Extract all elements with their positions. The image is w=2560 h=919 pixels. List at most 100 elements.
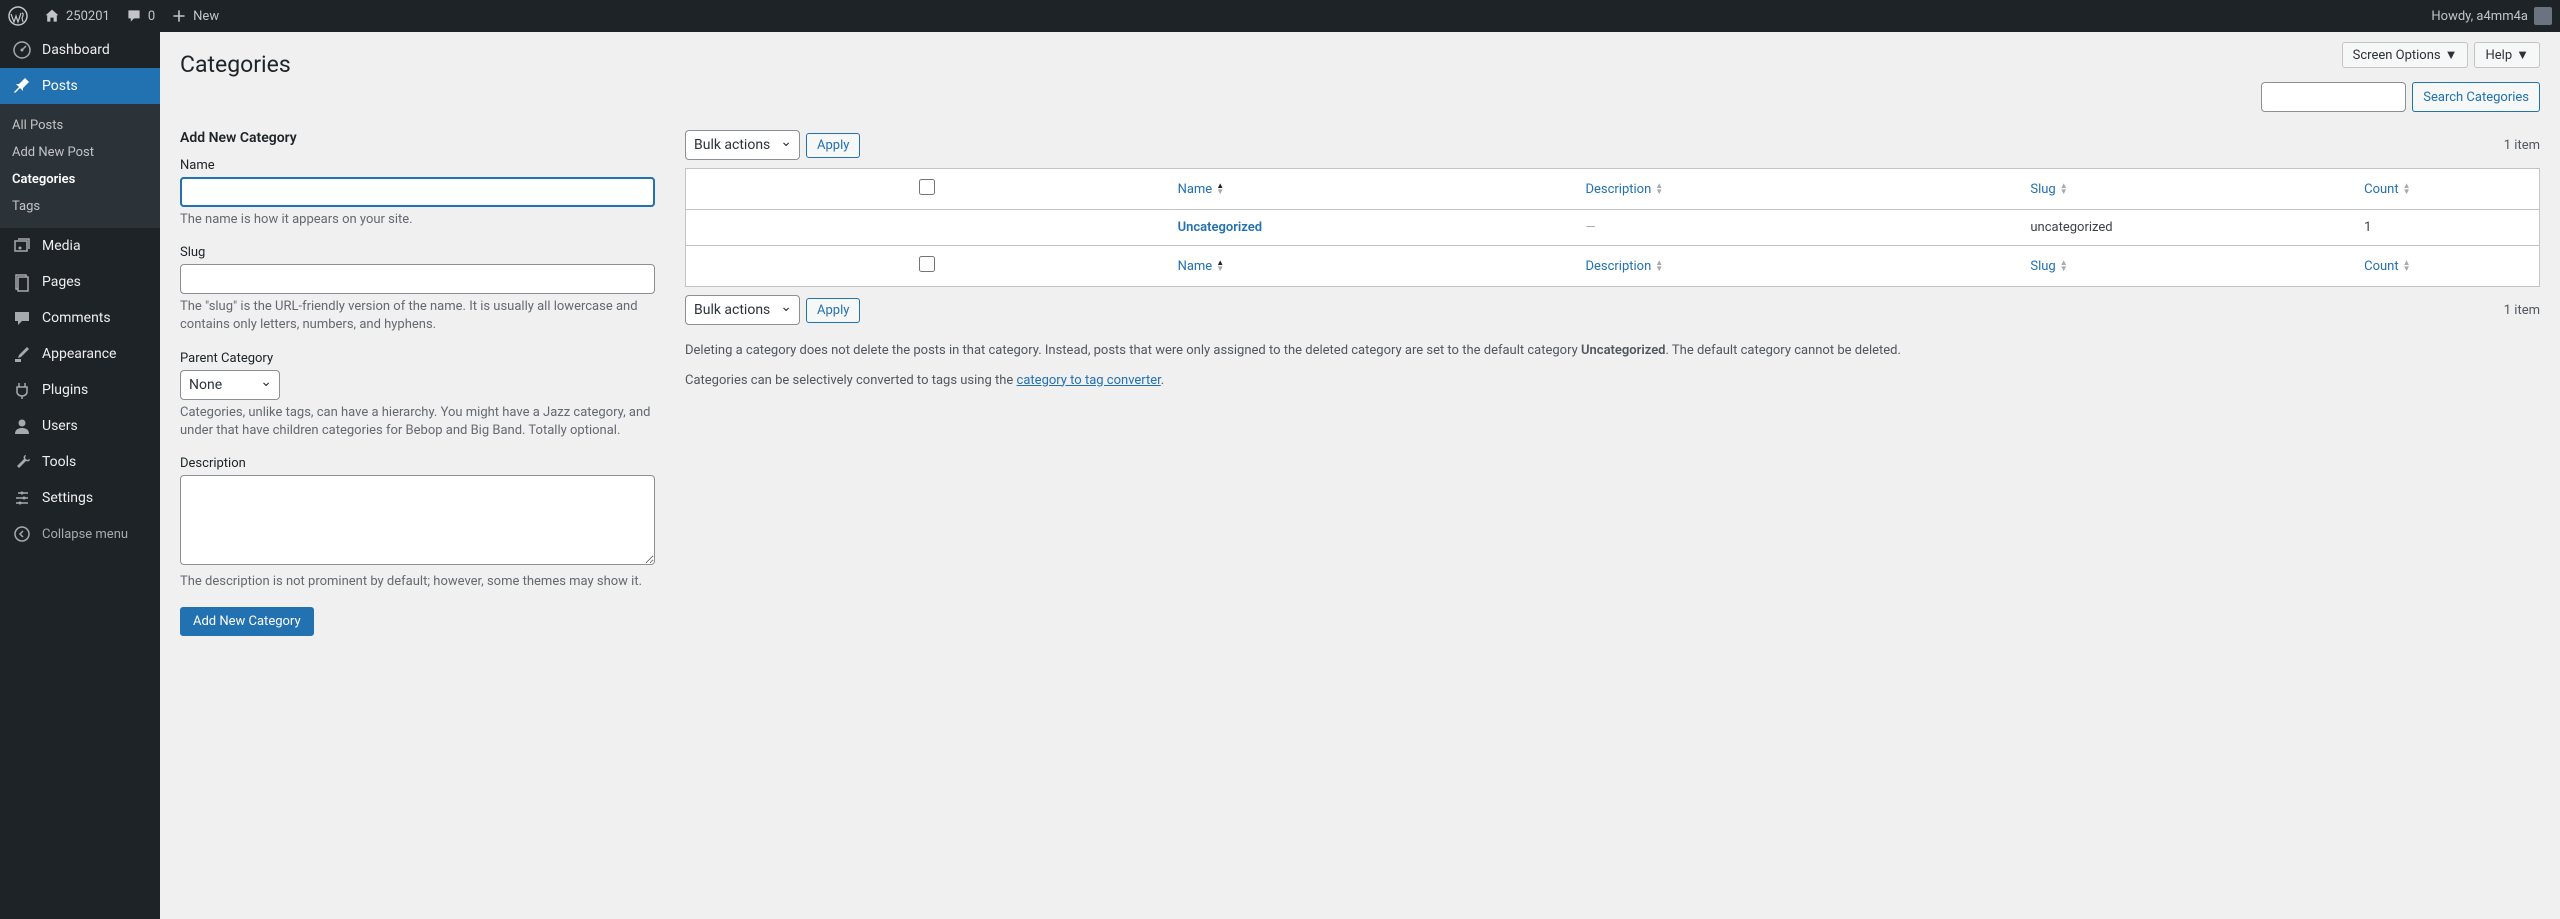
slug-help: The "slug" is the URL-friendly version o… <box>180 298 655 334</box>
wordpress-icon <box>8 6 28 26</box>
submenu-categories[interactable]: Categories <box>0 166 160 193</box>
submenu-add-new-post[interactable]: Add New Post <box>0 139 160 166</box>
user-icon <box>12 416 32 436</box>
page-title: Categories <box>180 42 291 82</box>
sort-icon: ▲▼ <box>1655 183 1663 195</box>
sidebar-item-users[interactable]: Users <box>0 408 160 444</box>
screen-options-button[interactable]: Screen Options ▼ <box>2342 42 2469 68</box>
site-link[interactable]: 250201 <box>44 8 110 24</box>
bulk-actions-select-bottom[interactable]: Bulk actions <box>685 295 800 325</box>
sort-icon: ▲▼ <box>2060 260 2068 272</box>
sidebar-item-posts[interactable]: Posts <box>0 68 160 104</box>
col-desc-label: Description <box>1585 182 1651 197</box>
col-count-footer[interactable]: Count ▲▼ <box>2354 246 2539 287</box>
pages-icon <box>12 272 32 292</box>
col-description-footer[interactable]: Description ▲▼ <box>1575 246 2020 287</box>
row-description: — <box>1585 220 1595 235</box>
categories-table: Name▲▼ Description▲▼ Slug▲▼ Count▲▼ Unca… <box>685 168 2540 287</box>
select-all-bottom[interactable] <box>919 256 935 272</box>
bulk-actions-select-top[interactable]: Bulk actions <box>685 130 800 160</box>
parent-select[interactable]: None <box>180 370 280 400</box>
new-label: New <box>193 9 219 24</box>
help-button[interactable]: Help ▼ <box>2474 42 2540 68</box>
chevron-down-icon: ▼ <box>2516 47 2529 63</box>
help-label: Help <box>2485 48 2512 63</box>
sidebar-item-plugins[interactable]: Plugins <box>0 372 160 408</box>
sidebar-label: Pages <box>42 274 81 290</box>
sort-icon: ▲▼ <box>1216 260 1224 272</box>
add-category-form: Add New Category Name The name is how it… <box>180 130 655 636</box>
collapse-menu[interactable]: Collapse menu <box>0 516 160 552</box>
sidebar-label: Settings <box>42 490 93 506</box>
pin-icon <box>12 76 32 96</box>
row-slug: uncategorized <box>2030 220 2112 235</box>
chevron-down-icon: ▼ <box>2445 47 2458 63</box>
col-name-footer[interactable]: Name▲▼ <box>1168 246 1576 287</box>
sidebar-item-settings[interactable]: Settings <box>0 480 160 516</box>
avatar <box>2534 7 2552 25</box>
col-count-header[interactable]: Count▲▼ <box>2354 169 2539 210</box>
name-input[interactable] <box>180 177 655 207</box>
sidebar-item-dashboard[interactable]: Dashboard <box>0 32 160 68</box>
submit-button[interactable]: Add New Category <box>180 607 314 636</box>
row-name-link[interactable]: Uncategorized <box>1178 220 1263 235</box>
col-description-header[interactable]: Description ▲▼ <box>1575 169 2020 210</box>
info-text-c: . The default category cannot be deleted… <box>1666 343 1901 358</box>
sort-icon: ▲▼ <box>2403 260 2411 272</box>
info-text-b: Uncategorized <box>1581 343 1666 358</box>
submenu-all-posts[interactable]: All Posts <box>0 112 160 139</box>
admin-toolbar: 250201 0 New Howdy, a4mm4a <box>0 0 2560 32</box>
item-count-bottom: 1 item <box>2504 303 2540 318</box>
search-input[interactable] <box>2261 82 2406 112</box>
col-name-label: Name <box>1178 259 1213 274</box>
col-count-label: Count <box>2364 259 2398 274</box>
settings-icon <box>12 488 32 508</box>
info-text-a: Deleting a category does not delete the … <box>685 343 1581 358</box>
apply-button-bottom[interactable]: Apply <box>806 298 860 323</box>
col-name-header[interactable]: Name▲▼ <box>1168 169 1576 210</box>
col-desc-label: Description <box>1585 259 1651 274</box>
col-slug-label: Slug <box>2030 259 2055 274</box>
comments-link[interactable]: 0 <box>126 8 155 24</box>
form-heading: Add New Category <box>180 130 655 146</box>
description-input[interactable] <box>180 475 655 565</box>
plug-icon <box>12 380 32 400</box>
sidebar-label: Dashboard <box>42 42 110 58</box>
sidebar-label: Posts <box>42 78 78 94</box>
apply-button-top[interactable]: Apply <box>806 133 860 158</box>
search-button[interactable]: Search Categories <box>2412 82 2540 112</box>
name-label: Name <box>180 158 655 173</box>
new-content-link[interactable]: New <box>171 8 219 24</box>
collapse-icon <box>12 524 32 544</box>
brush-icon <box>12 344 32 364</box>
sidebar-item-tools[interactable]: Tools <box>0 444 160 480</box>
tools-icon <box>12 452 32 472</box>
sidebar-item-comments[interactable]: Comments <box>0 300 160 336</box>
select-all-top[interactable] <box>919 179 935 195</box>
col-slug-header[interactable]: Slug▲▼ <box>2020 169 2354 210</box>
comments-count: 0 <box>148 9 155 24</box>
sidebar-label: Plugins <box>42 382 88 398</box>
item-count-top: 1 item <box>2504 138 2540 153</box>
sort-icon: ▲▼ <box>2060 183 2068 195</box>
info-text-a2: Categories can be selectively converted … <box>685 373 1017 388</box>
description-help: The description is not prominent by defa… <box>180 573 655 591</box>
submenu-tags[interactable]: Tags <box>0 193 160 220</box>
category-to-tag-link[interactable]: category to tag converter <box>1017 373 1161 388</box>
description-label: Description <box>180 456 655 471</box>
comment-icon <box>126 8 142 24</box>
wp-logo[interactable] <box>8 6 28 26</box>
col-slug-footer[interactable]: Slug ▲▼ <box>2020 246 2354 287</box>
slug-input[interactable] <box>180 264 655 294</box>
dashboard-icon <box>12 40 32 60</box>
sort-icon: ▲▼ <box>1655 260 1663 272</box>
admin-sidebar: Dashboard Posts All Posts Add New Post C… <box>0 32 160 919</box>
sidebar-label: Media <box>42 238 81 254</box>
content-area: Categories Screen Options ▼ Help ▼ Searc… <box>160 32 2560 919</box>
sidebar-item-media[interactable]: Media <box>0 228 160 264</box>
account-link[interactable]: Howdy, a4mm4a <box>2431 7 2552 25</box>
sidebar-item-appearance[interactable]: Appearance <box>0 336 160 372</box>
sort-icon: ▲▼ <box>2403 183 2411 195</box>
info-convert-note: Categories can be selectively converted … <box>685 371 2540 391</box>
sidebar-item-pages[interactable]: Pages <box>0 264 160 300</box>
